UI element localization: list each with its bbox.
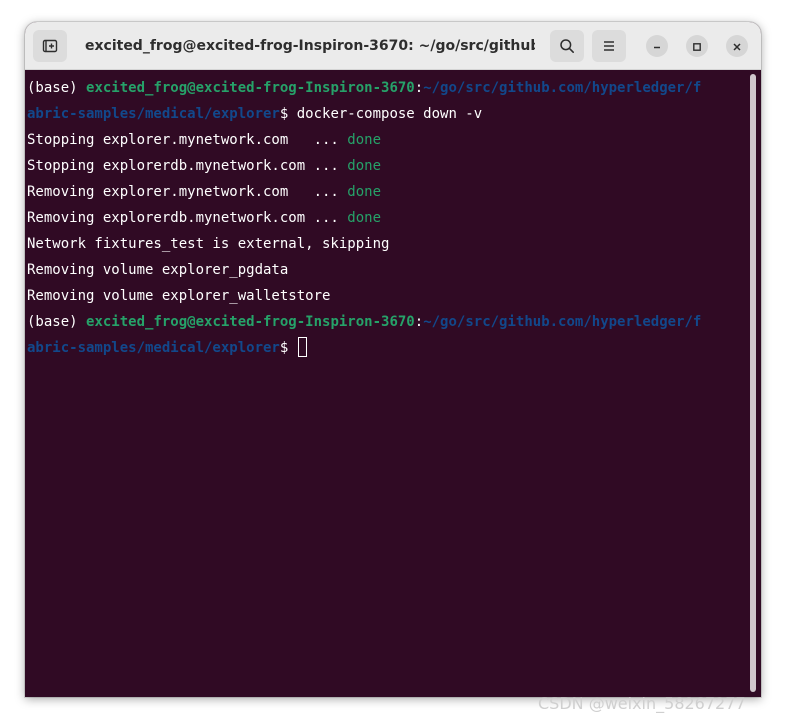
output-line: Removing volume explorer_walletstore (27, 283, 747, 309)
output-text: Network fixtures_test is external, skipp… (27, 236, 390, 252)
prompt-path: ~/go/src/github.com/hyperledger/f (423, 80, 702, 96)
prompt-user: excited_frog@excited-frog-Inspiron-3670 (86, 80, 415, 96)
scrollbar[interactable] (750, 74, 756, 692)
prompt-symbol: $ (279, 106, 297, 122)
output-line: Removing volume explorer_pgdata (27, 257, 747, 283)
output-text: Stopping explorerdb.mynetwork.com ... (27, 158, 348, 174)
output-text: Removing volume explorer_pgdata (27, 262, 289, 278)
hamburger-menu-icon (602, 39, 616, 53)
output-line: Stopping explorerdb.mynetwork.com ... do… (27, 153, 747, 179)
terminal-window: excited_frog@excited-frog-Inspiron-3670:… (25, 22, 761, 697)
status-done: done (347, 158, 382, 174)
output-text: Removing explorerdb.mynetwork.com ... (27, 210, 348, 226)
prompt-line: (base) excited_frog@excited-frog-Inspiro… (27, 75, 747, 101)
prompt-symbol: $ (279, 340, 297, 356)
maximize-icon (692, 37, 702, 56)
prompt-path-cont: abric-samples/medical/explorer (27, 340, 280, 356)
status-done: done (347, 132, 382, 148)
status-done: done (347, 210, 382, 226)
output-text: Removing volume explorer_walletstore (27, 288, 331, 304)
menu-button[interactable] (592, 30, 626, 62)
maximize-button[interactable] (686, 35, 708, 57)
prompt-line-cont: abric-samples/medical/explorer$ docker-c… (27, 101, 747, 127)
output-line: Removing explorer.mynetwork.com ... done (27, 179, 747, 205)
title-bar: excited_frog@excited-frog-Inspiron-3670:… (25, 22, 761, 70)
minimize-button[interactable] (646, 35, 668, 57)
output-line: Removing explorerdb.mynetwork.com ... do… (27, 205, 747, 231)
output-line: Stopping explorer.mynetwork.com ... done (27, 127, 747, 153)
output-line: Network fixtures_test is external, skipp… (27, 231, 747, 257)
conda-env: (base) (27, 314, 87, 330)
search-button[interactable] (550, 30, 584, 62)
prompt-line-cont: abric-samples/medical/explorer$ (27, 335, 747, 361)
command-text: docker-compose down -v (296, 106, 483, 122)
search-icon (559, 38, 575, 54)
prompt-path-cont: abric-samples/medical/explorer (27, 106, 280, 122)
close-button[interactable] (726, 35, 748, 57)
status-done: done (347, 184, 382, 200)
close-icon (732, 37, 742, 56)
output-text: Removing explorer.mynetwork.com ... (27, 184, 348, 200)
watermark: CSDN @weixin_58267277 (538, 694, 746, 713)
new-tab-button[interactable] (33, 30, 67, 62)
prompt-line: (base) excited_frog@excited-frog-Inspiro… (27, 309, 747, 335)
terminal-output[interactable]: (base) excited_frog@excited-frog-Inspiro… (27, 75, 747, 361)
prompt-separator: : (414, 80, 424, 96)
prompt-path: ~/go/src/github.com/hyperledger/f (423, 314, 702, 330)
conda-env: (base) (27, 80, 87, 96)
text-cursor (297, 337, 307, 357)
window-title: excited_frog@excited-frog-Inspiron-3670:… (85, 38, 535, 54)
output-text: Stopping explorer.mynetwork.com ... (27, 132, 348, 148)
prompt-separator: : (414, 314, 424, 330)
minimize-icon (652, 37, 662, 56)
prompt-user: excited_frog@excited-frog-Inspiron-3670 (86, 314, 415, 330)
new-tab-icon (42, 38, 58, 54)
